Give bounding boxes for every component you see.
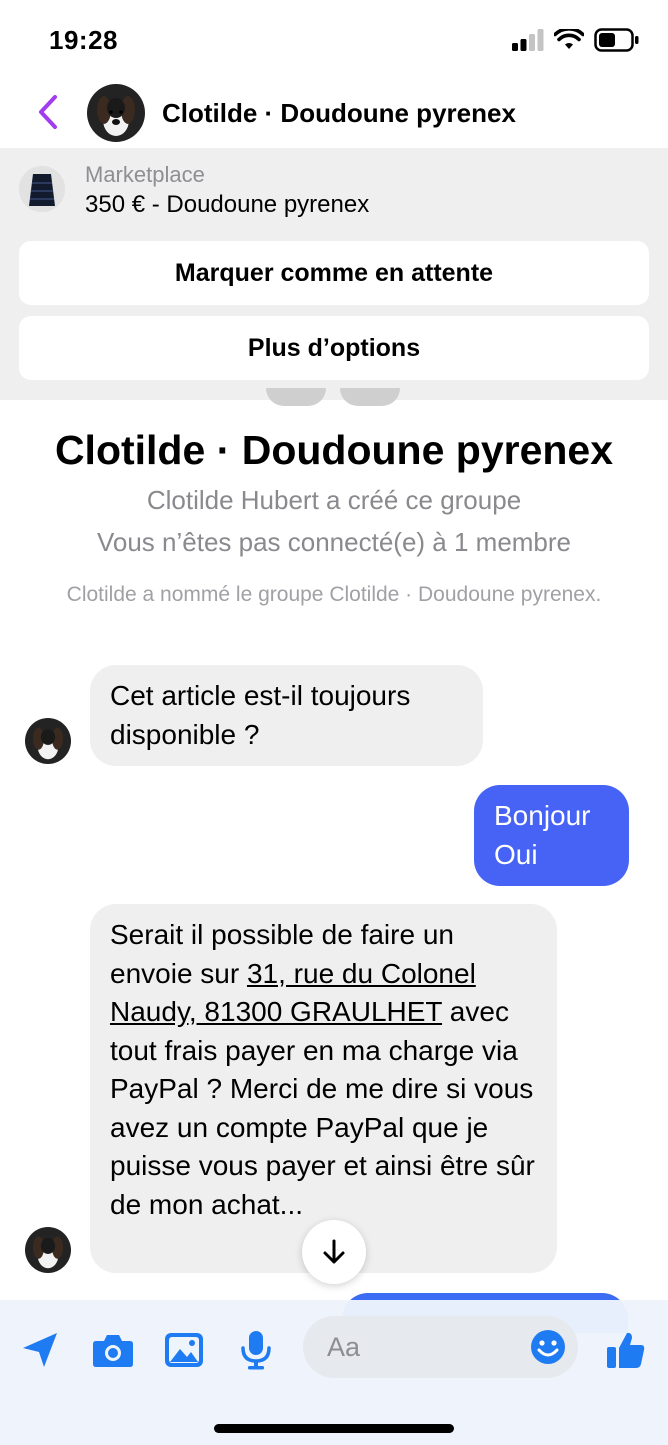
message-line: Bonjour: [494, 800, 591, 831]
hidden-avatar-peek: [340, 388, 400, 406]
item-thumbnail[interactable]: [19, 166, 65, 212]
marketplace-label: Marketplace: [85, 162, 205, 187]
status-time: 19:28: [49, 25, 118, 55]
chevron-left-icon: [39, 95, 57, 129]
group-title: Clotilde · Doudoune pyrenex: [54, 427, 614, 473]
image-icon: [165, 1333, 203, 1367]
conversation-header: Clotilde · Doudoune pyrenex: [0, 80, 668, 148]
message-line: Oui: [494, 838, 538, 870]
message-input[interactable]: [327, 1326, 517, 1368]
thumbs-up-icon: [607, 1332, 645, 1368]
mark-pending-button[interactable]: Marquer comme en attente: [19, 241, 649, 305]
jacket-thumbnail-image: [19, 166, 65, 212]
message-bubble-incoming[interactable]: Serait il possible de faire un envoie su…: [90, 904, 557, 1273]
more-options-button[interactable]: Plus d’options: [19, 316, 649, 380]
dog-photo-avatar: [25, 1227, 71, 1273]
system-message: Clotilde a nommé le groupe Clotilde · Do…: [66, 583, 602, 606]
back-button[interactable]: [30, 92, 66, 132]
microphone-icon: [241, 1331, 271, 1370]
send-location-button[interactable]: [18, 1328, 62, 1372]
hidden-avatar-peek: [266, 388, 326, 406]
group-connection-text: Vous n’êtes pas connecté(e) à 1 membre: [96, 527, 572, 557]
sender-avatar[interactable]: [25, 718, 71, 764]
status-bar: 19:28: [0, 0, 668, 80]
camera-button[interactable]: [91, 1328, 135, 1372]
sender-avatar[interactable]: [25, 1227, 71, 1273]
camera-icon: [93, 1335, 133, 1367]
arrow-down-icon: [323, 1239, 345, 1264]
battery-icon: [594, 28, 639, 52]
group-avatar[interactable]: [87, 84, 145, 142]
wifi-icon: [554, 29, 584, 49]
signal-icon: [512, 29, 544, 51]
message-bubble-incoming[interactable]: Cet article est-il toujours disponible ?: [90, 665, 483, 766]
gallery-button[interactable]: [162, 1328, 206, 1372]
status-icons: [512, 28, 640, 52]
like-button[interactable]: [604, 1328, 648, 1372]
send-arrow-icon: [23, 1333, 57, 1367]
message-text: avec tout frais payer en ma charge via P…: [110, 996, 535, 1220]
listing-title[interactable]: 350 € - Doudoune pyrenex: [85, 191, 369, 219]
dog-photo-avatar: [87, 84, 145, 142]
marketplace-panel: Marketplace 350 € - Doudoune pyrenex Mar…: [0, 148, 668, 400]
message-bubble-outgoing[interactable]: Bonjour Oui: [474, 785, 629, 886]
group-creator-text: Clotilde Hubert a créé ce groupe: [146, 485, 522, 515]
dog-photo-avatar: [25, 718, 71, 764]
scroll-to-bottom-button[interactable]: [302, 1220, 366, 1284]
conversation-title[interactable]: Clotilde · Doudoune pyrenex: [162, 98, 516, 129]
voice-message-button[interactable]: [234, 1328, 278, 1372]
home-indicator: [214, 1424, 454, 1433]
message-input-container: [303, 1316, 578, 1378]
smiley-icon[interactable]: [530, 1329, 566, 1365]
